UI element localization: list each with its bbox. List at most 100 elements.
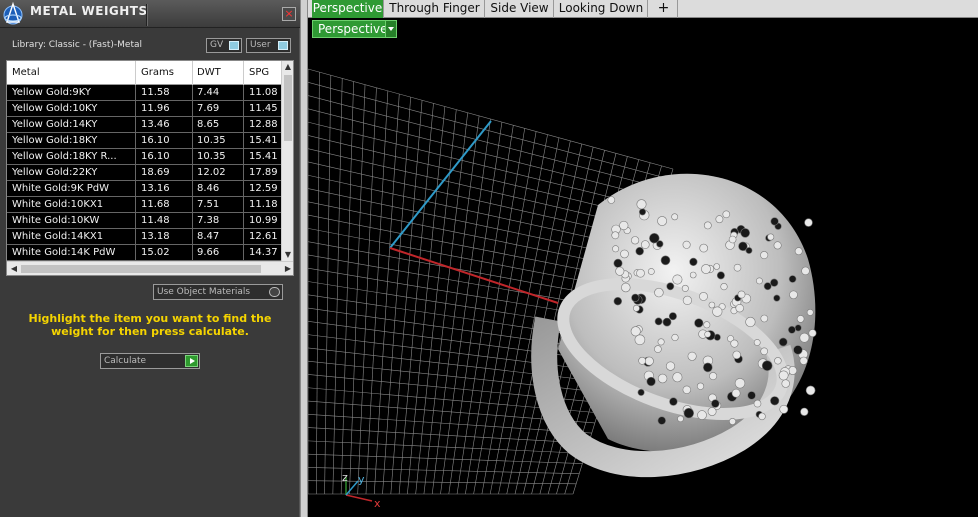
pave-bead — [647, 268, 655, 275]
pave-bead — [760, 347, 769, 356]
vertical-scroll-thumb[interactable] — [284, 75, 292, 141]
table-row[interactable]: White Gold:14K PdW 15.02 9.66 14.37 — [7, 245, 283, 261]
table-row[interactable]: White Gold:14KX1 13.18 8.47 12.61 — [7, 229, 283, 245]
column-header-spg[interactable]: SPG — [249, 67, 269, 78]
table-row[interactable]: Yellow Gold:18KY R... 16.10 10.35 15.41 — [7, 149, 283, 165]
user-toggle-label: User — [250, 40, 271, 50]
pave-bead — [760, 251, 769, 260]
column-header-metal[interactable]: Metal — [12, 67, 40, 78]
pave-bead — [699, 243, 709, 253]
scroll-up-icon[interactable]: ▲ — [282, 61, 293, 73]
pave-bead — [638, 356, 647, 365]
gizmo-x-label: x — [374, 497, 381, 510]
vertical-scrollbar[interactable]: ▲ ▼ — [281, 61, 293, 261]
table-cell-grams: 11.68 — [141, 199, 170, 210]
header-divider — [146, 4, 147, 26]
close-button[interactable]: × — [282, 7, 296, 21]
tab-through-finger[interactable]: Through Finger — [385, 0, 485, 18]
scroll-left-icon[interactable]: ◀ — [8, 263, 20, 275]
pave-bead — [613, 258, 623, 268]
pave-bead — [708, 301, 716, 309]
pave-bead — [773, 241, 782, 250]
pave-bead — [794, 324, 802, 332]
pave-bead — [699, 291, 708, 301]
gizmo-x-line — [345, 494, 373, 502]
pave-bead — [774, 357, 782, 365]
table-cell-dwt: 7.69 — [197, 103, 220, 114]
table-body: Yellow Gold:9KY 11.58 7.44 11.08 Yellow Gold… — [7, 85, 283, 261]
table-row[interactable]: Yellow Gold:10KY 11.96 7.69 11.45 — [7, 101, 283, 117]
use-object-materials-toggle[interactable]: Use Object Materials — [153, 284, 283, 300]
table-cell-dwt: 8.46 — [197, 183, 220, 194]
chevron-down-icon — [385, 21, 396, 37]
pave-bead — [737, 290, 746, 299]
pave-bead — [733, 263, 742, 272]
pave-bead — [640, 240, 650, 249]
column-header-dwt[interactable]: DWT — [197, 67, 221, 78]
column-divider[interactable] — [192, 61, 193, 85]
viewport-name-menu[interactable]: Perspective — [312, 20, 397, 38]
pave-bead — [657, 216, 667, 226]
pave-bead — [612, 245, 620, 253]
instructions-text: Highlight the item you want to find the … — [28, 312, 272, 338]
tab-looking-down[interactable]: Looking Down — [555, 0, 648, 18]
scroll-down-icon[interactable]: ▼ — [282, 249, 293, 261]
pave-bead — [747, 391, 756, 400]
gv-toggle[interactable]: GV — [206, 38, 242, 53]
pave-bead — [638, 208, 646, 216]
pave-bead — [763, 282, 772, 291]
table-cell-metal: Yellow Gold:10KY — [12, 103, 98, 114]
table-cell-grams: 16.10 — [141, 151, 170, 162]
pave-bead — [799, 332, 810, 343]
column-divider[interactable] — [243, 61, 244, 85]
pave-bead — [789, 290, 798, 300]
table-row[interactable]: Yellow Gold:18KY 16.10 10.35 15.41 — [7, 133, 283, 149]
table-row[interactable]: Yellow Gold:14KY 13.46 8.65 12.88 — [7, 117, 283, 133]
column-divider[interactable] — [135, 61, 136, 85]
table-row[interactable]: White Gold:10KX1 11.68 7.51 11.18 — [7, 197, 283, 213]
table-cell-spg: 12.88 — [249, 119, 278, 130]
pave-bead — [615, 266, 625, 276]
x-axis-line — [389, 247, 559, 304]
user-toggle[interactable]: User — [246, 38, 291, 53]
table-row[interactable]: Yellow Gold:22KY 18.69 12.02 17.89 — [7, 165, 283, 181]
pave-bead — [720, 283, 728, 291]
table-row[interactable]: White Gold:10KW 11.48 7.38 10.99 — [7, 213, 283, 229]
table-cell-dwt: 10.35 — [197, 151, 226, 162]
horizontal-scrollbar[interactable]: ◀ ▶ — [7, 261, 293, 275]
calculate-button[interactable]: Calculate — [100, 353, 200, 369]
close-icon: × — [284, 7, 294, 20]
pave-bead — [671, 213, 679, 221]
tab-side-view[interactable]: Side View — [486, 0, 554, 18]
column-header-grams[interactable]: Grams — [141, 67, 174, 78]
perspective-viewport[interactable]: z y x Perspective — [308, 19, 978, 517]
add-tab-button[interactable]: + — [650, 0, 678, 18]
table-cell-grams: 15.02 — [141, 247, 170, 258]
table-cell-grams: 11.96 — [141, 103, 170, 114]
table-cell-metal: Yellow Gold:9KY — [12, 87, 91, 98]
toggle-knob-icon — [229, 41, 239, 50]
tab-perspective[interactable]: Perspective — [312, 0, 384, 18]
pave-bead — [613, 297, 622, 306]
horizontal-scroll-thumb[interactable] — [21, 265, 261, 273]
table-row[interactable]: Yellow Gold:9KY 11.58 7.44 11.08 — [7, 85, 283, 101]
plus-icon: + — [657, 0, 670, 16]
panel-splitter[interactable] — [300, 0, 308, 517]
pave-bead — [681, 284, 689, 292]
table-cell-spg: 14.37 — [249, 247, 278, 258]
table-row[interactable]: White Gold:9K PdW 13.16 8.46 12.59 — [7, 181, 283, 197]
table-cell-grams: 13.46 — [141, 119, 170, 130]
pave-bead — [761, 360, 773, 372]
pave-bead — [801, 266, 810, 276]
pave-bead — [682, 240, 691, 249]
ring-model — [531, 173, 817, 478]
pave-bead — [755, 277, 763, 285]
gizmo-y-line — [345, 480, 359, 496]
calculate-label: Calculate — [104, 356, 147, 366]
gv-toggle-label: GV — [210, 40, 224, 50]
pave-bead — [649, 233, 660, 244]
scroll-right-icon[interactable]: ▶ — [282, 263, 293, 275]
pave-bead — [635, 247, 644, 256]
grid-line — [489, 137, 560, 495]
pave-bead — [734, 378, 746, 389]
